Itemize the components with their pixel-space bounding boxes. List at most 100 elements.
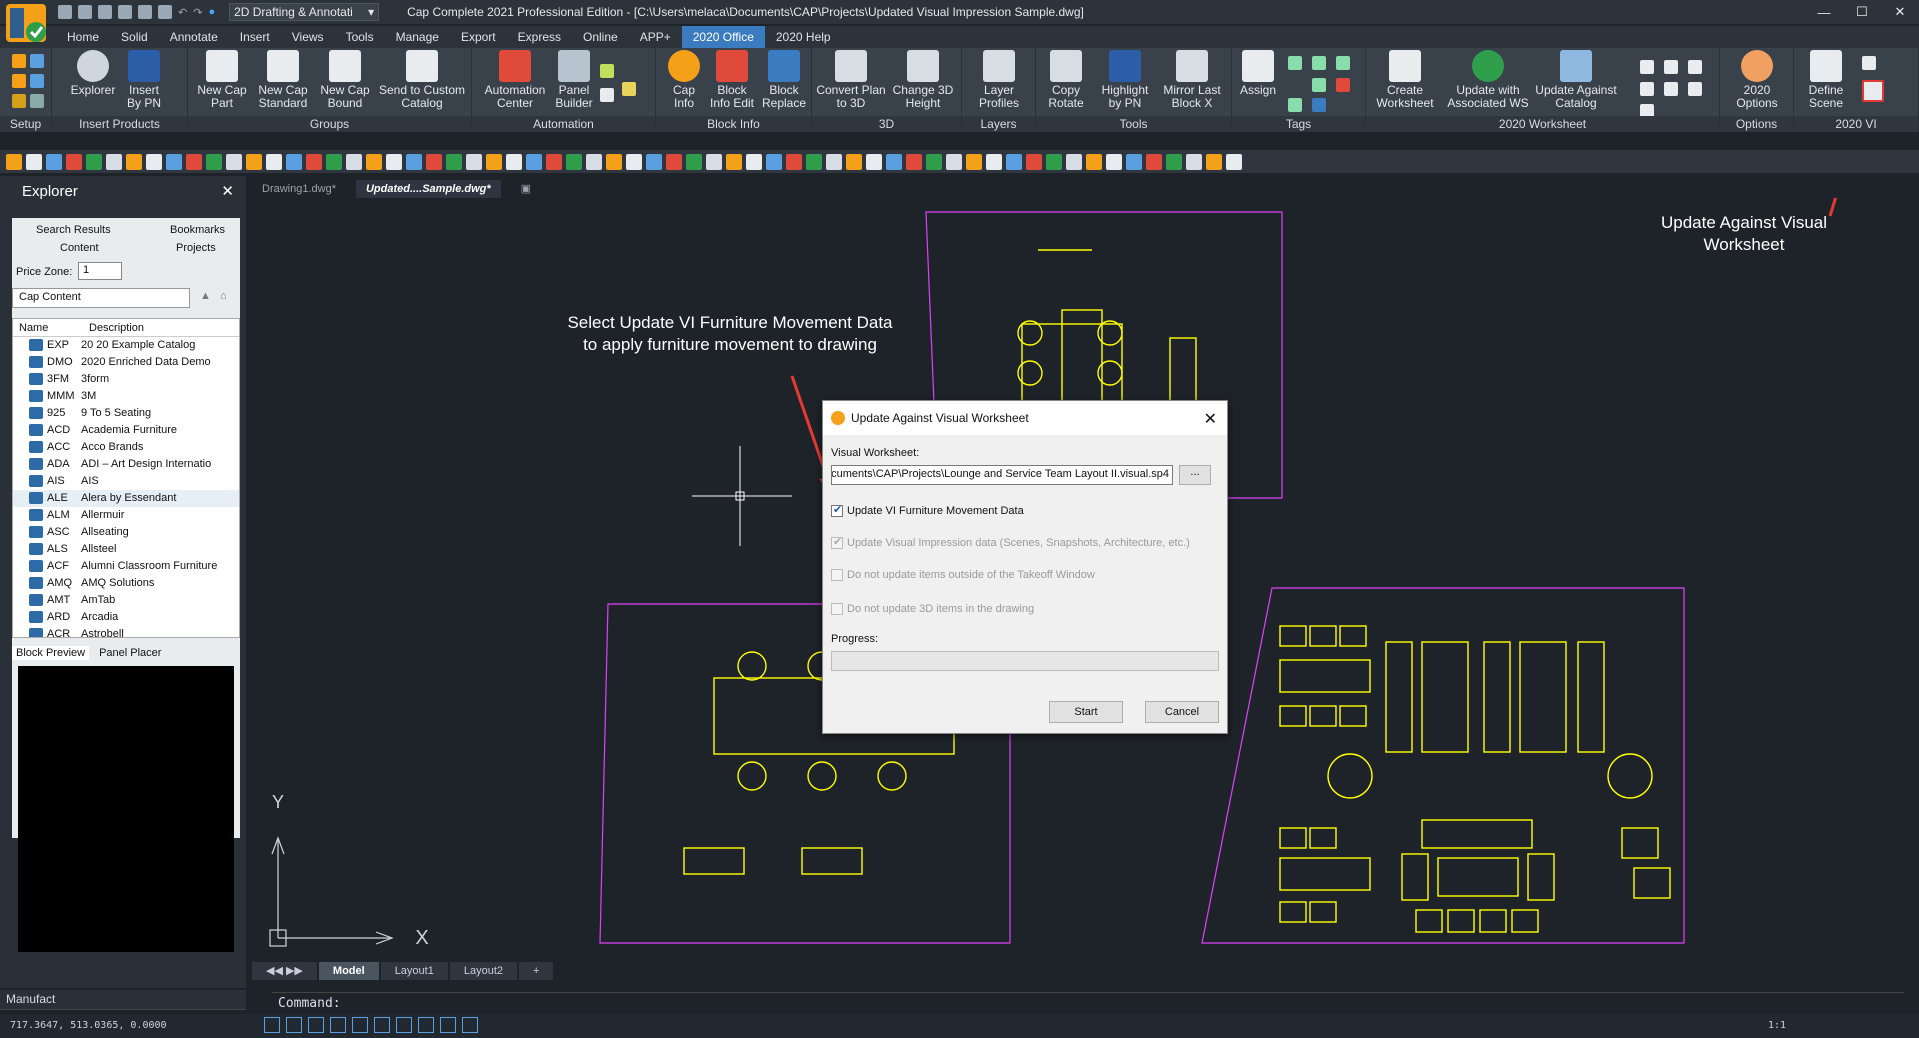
doc-tab-drawing1[interactable]: Drawing1.dwg* <box>252 180 346 198</box>
tab-2020-office[interactable]: 2020 Office <box>681 26 765 48</box>
toolbar-icon[interactable] <box>546 153 562 170</box>
tab-annotate[interactable]: Annotate <box>159 26 229 48</box>
toolbar-icon[interactable] <box>726 153 742 170</box>
toolbar-icon[interactable] <box>306 153 322 170</box>
redo-icon[interactable]: ↷ <box>193 6 202 19</box>
bookmarks-tab[interactable]: Bookmarks <box>170 224 225 236</box>
new-cap-standard-button[interactable]: New Cap Standard <box>252 50 314 110</box>
update-associated-button[interactable]: Update with Associated WS <box>1446 50 1530 110</box>
toolbar-icon[interactable] <box>606 153 622 170</box>
mirror-last-button[interactable]: Mirror Last Block X <box>1156 50 1228 110</box>
list-item[interactable]: MMM 3M <box>13 388 239 405</box>
toolbar-icon[interactable] <box>1126 153 1142 170</box>
toolbar-icon[interactable] <box>1026 153 1042 170</box>
toolbar-icon[interactable] <box>246 153 262 170</box>
toolbar-icon[interactable] <box>966 153 982 170</box>
toolbar-icon[interactable] <box>586 153 602 170</box>
list-item[interactable]: ACR Astrobell <box>13 626 239 637</box>
toolbar-icon[interactable] <box>346 153 362 170</box>
ws-tool-e-icon[interactable] <box>1664 82 1678 96</box>
toolbar-icon[interactable] <box>626 153 642 170</box>
toolbar-icon[interactable] <box>866 153 882 170</box>
print-icon[interactable] <box>138 5 152 19</box>
open-file-icon[interactable] <box>78 5 92 19</box>
status-toggle-icon[interactable] <box>264 1017 280 1033</box>
ws-tool-b-icon[interactable] <box>1664 60 1678 74</box>
toolbar-icon[interactable] <box>646 153 662 170</box>
panel-builder-button[interactable]: Panel Builder <box>552 50 596 110</box>
toolbar-icon[interactable] <box>1206 153 1222 170</box>
toolbar-icon[interactable] <box>706 153 722 170</box>
list-item[interactable]: AMT AmTab <box>13 592 239 609</box>
status-toggle-icon[interactable] <box>440 1017 456 1033</box>
toolbar-icon[interactable] <box>1106 153 1122 170</box>
tag-f-icon[interactable] <box>1288 98 1302 112</box>
list-item[interactable]: ARD Arcadia <box>13 609 239 626</box>
tag-d-icon[interactable] <box>1312 78 1326 92</box>
status-toggle-icon[interactable] <box>330 1017 346 1033</box>
status-toggle-icon[interactable] <box>308 1017 324 1033</box>
list-item[interactable]: DMO 2020 Enriched Data Demo <box>13 354 239 371</box>
doc-icon[interactable] <box>600 88 614 102</box>
content-tab[interactable]: Content <box>60 242 99 254</box>
tab-manage[interactable]: Manage <box>385 26 450 48</box>
status-toggle-icon[interactable] <box>418 1017 434 1033</box>
tool-icon[interactable] <box>12 94 26 108</box>
toolbar-icon[interactable] <box>926 153 942 170</box>
tab-tools[interactable]: Tools <box>335 26 385 48</box>
toolbar-icon[interactable] <box>86 153 102 170</box>
toolbar-icon[interactable] <box>886 153 902 170</box>
settings-icon[interactable] <box>30 54 44 68</box>
toolbar-icon[interactable] <box>166 153 182 170</box>
list-item[interactable]: ACD Academia Furniture <box>13 422 239 439</box>
options-2020-button[interactable]: 2020 Options <box>1726 50 1788 110</box>
toolbar-icon[interactable] <box>46 153 62 170</box>
tab-views[interactable]: Views <box>281 26 335 48</box>
col-description[interactable]: Description <box>83 319 144 336</box>
save-as-icon[interactable] <box>118 5 132 19</box>
toolbar-icon[interactable] <box>806 153 822 170</box>
tab-insert[interactable]: Insert <box>229 26 281 48</box>
toolbar-icon[interactable] <box>486 153 502 170</box>
toolbar-icon[interactable] <box>826 153 842 170</box>
vi-tool-icon[interactable] <box>1862 56 1876 70</box>
assign-button[interactable]: Assign <box>1236 50 1280 97</box>
list-item[interactable]: AMQ AMQ Solutions <box>13 575 239 592</box>
toolbar-icon[interactable] <box>1066 153 1082 170</box>
block-replace-button[interactable]: Block Replace <box>760 50 808 110</box>
add-layout-button[interactable]: + <box>519 962 554 980</box>
tab-2020-help[interactable]: 2020 Help <box>765 26 842 48</box>
update-catalog-button[interactable]: Update Against Catalog <box>1534 50 1618 110</box>
toolbar-icon[interactable] <box>186 153 202 170</box>
new-cap-part-button[interactable]: New Cap Part <box>192 50 252 110</box>
command-line[interactable]: Command: <box>272 992 1904 1014</box>
tag-a-icon[interactable] <box>1288 56 1302 70</box>
list-item[interactable]: ACC Acco Brands <box>13 439 239 456</box>
list-item[interactable]: ACF Alumni Classroom Furniture <box>13 558 239 575</box>
visual-worksheet-field[interactable]: ocuments\CAP\Projects\Lounge and Service… <box>831 465 1173 485</box>
start-button[interactable]: Start <box>1049 701 1123 723</box>
tab-home[interactable]: Home <box>56 26 110 48</box>
list-item[interactable]: ADA ADI – Art Design Internatio <box>13 456 239 473</box>
setup-icon[interactable] <box>12 54 26 68</box>
toolbar-icon[interactable] <box>366 153 382 170</box>
explorer-button[interactable]: Explorer <box>70 50 116 97</box>
tag-c-icon[interactable] <box>1336 56 1350 70</box>
catalog-select[interactable]: Cap Content <box>12 288 190 308</box>
cancel-button[interactable]: Cancel <box>1145 701 1219 723</box>
toolbar-icon[interactable] <box>686 153 702 170</box>
tag-icon[interactable] <box>600 64 614 78</box>
toolbar-icon[interactable] <box>786 153 802 170</box>
list-item[interactable]: 3FM 3form <box>13 371 239 388</box>
toolbar-icon[interactable] <box>526 153 542 170</box>
toolbar-icon[interactable] <box>266 153 282 170</box>
toolbar-icon[interactable] <box>1046 153 1062 170</box>
toolbar-icon[interactable] <box>426 153 442 170</box>
dialog-close-icon[interactable]: ✕ <box>1204 409 1217 429</box>
browse-button[interactable]: ... <box>1179 465 1211 485</box>
refresh-icon[interactable] <box>30 74 44 88</box>
new-cap-bound-button[interactable]: New Cap Bound <box>316 50 374 110</box>
workspace-select[interactable]: 2D Drafting & Annotati ▾ <box>229 3 380 21</box>
tag-g-icon[interactable] <box>1312 98 1326 112</box>
price-zone-input[interactable]: 1 <box>78 262 122 280</box>
